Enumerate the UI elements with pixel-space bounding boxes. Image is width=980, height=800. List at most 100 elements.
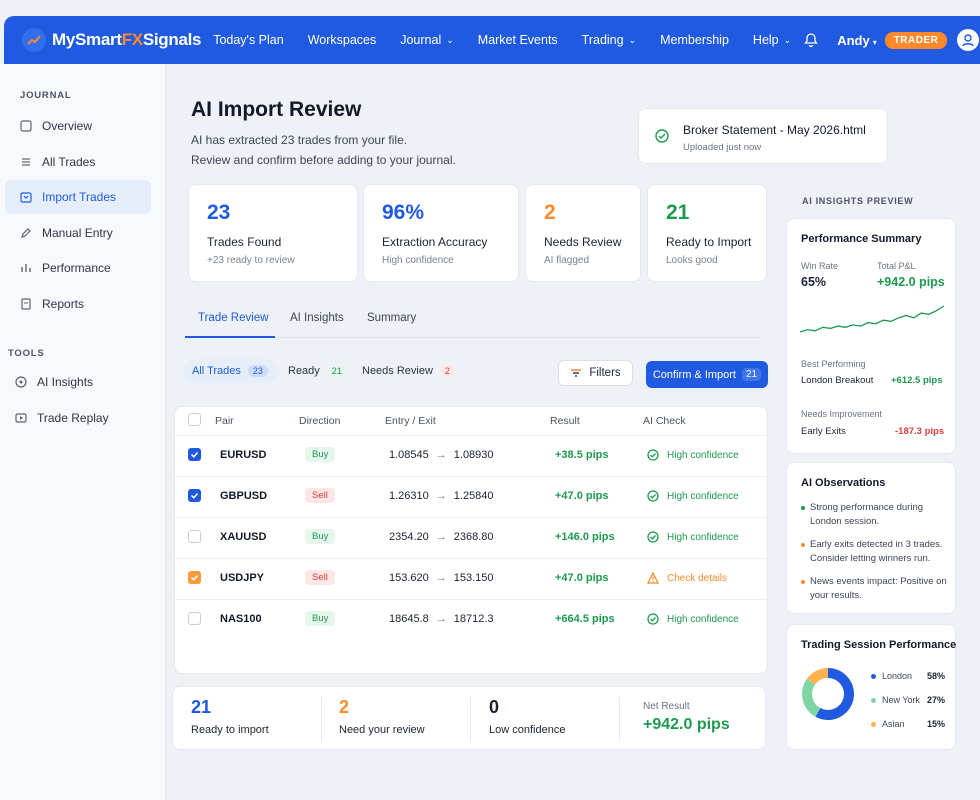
trade-result: +146.0 pips [555,531,615,543]
table-row[interactable]: USDJPY Sell 153.620 → 153.150 +47.0 pips C… [175,558,769,599]
summary-ready: 21 Ready to import [191,697,269,736]
direction-badge: Sell [305,488,335,503]
avatar[interactable] [957,29,980,51]
session-legend-item: New York 27% [871,695,945,705]
import-icon [19,190,33,204]
trade-result: +47.0 pips [555,490,609,502]
tab-ai-insights[interactable]: AI Insights [290,312,344,324]
sidebar-item-ai-insights[interactable]: AI Insights [0,365,146,399]
trades-table: Pair Direction Entry / Exit Result AI Ch… [174,406,769,674]
table-row[interactable]: EURUSD Buy 1.08545 → 1.08930 +38.5 pips Hi… [175,435,769,476]
donut-slice-new-york [802,678,821,717]
session-performance-card: Trading Session Performance London 58% New… [786,624,956,750]
sidebar-item-performance[interactable]: Performance [5,251,151,285]
row-checkbox[interactable] [188,489,201,502]
review-tabs: Trade Review AI Insights Summary [185,304,760,338]
page-subtitle: AI has extracted 23 trades from your fil… [191,133,456,167]
user-menu[interactable]: Andy ▾ [837,33,877,48]
summary-low-confidence: 0 Low confidence [489,697,566,736]
ai-insights-panel: AI INSIGHTS PREVIEW Performance Summary … [780,64,980,800]
col-ai-check: AI Check [643,415,686,427]
ai-check-status: High confidence [647,613,739,625]
nav-item-help[interactable]: Help ⌄ [753,33,791,47]
session-donut-chart [802,668,854,720]
sidebar-item-trade-replay[interactable]: Trade Replay [0,401,146,435]
entry-exit: 153.620 → 153.150 [389,572,494,584]
row-checkbox[interactable] [188,571,201,584]
stat-label: Trades Found [207,235,282,249]
nav-right: Andy ▾ TRADER [803,29,980,51]
sidebar-item-all-trades[interactable]: All Trades [5,145,151,179]
stat-card-trades-found: 23 Trades Found +23 ready to review [188,184,358,282]
chevron-down-icon: ⌄ [628,34,637,45]
ai-check-status: High confidence [647,531,739,543]
nav-item-membership[interactable]: Membership [660,33,729,47]
observation-item: Early exits detected in 3 trades. Consid… [801,538,949,566]
filters-button[interactable]: Filters [558,360,633,386]
session-title: Trading Session Performance [801,639,957,651]
nav-item-workspaces[interactable]: Workspaces [308,33,377,47]
observation-item: Strong performance during London session… [801,501,949,529]
row-checkbox[interactable] [188,448,201,461]
observations-title: AI Observations [801,477,886,489]
stat-value: 21 [666,201,690,224]
role-badge: TRADER [884,31,948,49]
sidebar-item-overview[interactable]: Overview [5,109,151,143]
performance-summary-card: Performance Summary Win Rate 65% Total P… [786,218,956,454]
select-all-checkbox[interactable] [188,413,201,426]
stat-sub: +23 ready to review [207,255,295,266]
row-checkbox[interactable] [188,612,201,625]
nav-item-trading[interactable]: Trading ⌄ [582,33,636,47]
chevron-down-icon: ▾ [872,37,877,47]
stat-card-ready-to-import: 21 Ready to Import Looks good [647,184,767,282]
sidebar-heading-tools: TOOLS [8,348,45,359]
bell-icon[interactable] [803,32,819,48]
filter-pill-all[interactable]: All Trades 23 [183,359,277,383]
sidebar-item-reports[interactable]: Reports [5,287,151,321]
stat-sub: AI flagged [544,255,590,266]
report-icon [19,297,33,311]
sidebar-item-import-trades[interactable]: Import Trades [5,180,151,214]
row-checkbox[interactable] [188,530,201,543]
filter-pill-needs-review[interactable]: Needs Review 2 [353,359,464,383]
sidebar-item-manual-entry[interactable]: Manual Entry [5,216,151,250]
best-strategy: London Breakout [801,375,874,386]
active-tab-indicator [185,336,275,338]
session-legend-item: Asian 15% [871,719,945,729]
warning-icon [647,572,659,584]
stat-sub: High confidence [382,255,454,266]
main-content: AI Import Review AI has extracted 23 tra… [166,64,888,800]
nav-item-market-events[interactable]: Market Events [478,33,558,47]
tab-trade-review[interactable]: Trade Review [198,312,269,324]
insights-heading: AI INSIGHTS PREVIEW [802,196,914,206]
trade-pair: GBPUSD [220,490,268,502]
table-row[interactable]: NAS100 Buy 18645.8 → 18712.3 +664.5 pips H… [175,599,769,640]
worst-strategy: Early Exits [801,426,846,437]
sparkline-line [799,305,945,333]
page-title: AI Import Review [191,98,362,121]
trade-pair: EURUSD [220,449,267,461]
brand-logo[interactable]: MySmartFXSignals [22,28,202,52]
stat-value: 23 [207,201,231,224]
nav-item-journal[interactable]: Journal ⌄ [400,33,454,47]
filter-icon [571,369,582,377]
replay-icon [14,411,28,425]
nav-item-today-s-plan[interactable]: Today's Plan [213,33,283,47]
table-row[interactable]: GBPUSD Sell 1.26310 → 1.25840 +47.0 pips H… [175,476,769,517]
file-upload-time: Uploaded just now [683,142,762,153]
direction-badge: Sell [305,570,335,585]
filter-pill-ready[interactable]: Ready 21 [279,359,356,383]
col-result: Result [550,415,580,427]
direction-badge: Buy [305,447,336,462]
tab-summary[interactable]: Summary [367,312,416,324]
check-circle-icon [647,613,659,625]
sidebar: JOURNAL Overview All Trades Import Trades M… [0,64,166,800]
entry-exit: 1.08545 → 1.08930 [389,449,494,461]
stat-card-extraction-accuracy: 96% Extraction Accuracy High confidence [363,184,519,282]
trade-result: +38.5 pips [555,449,609,461]
table-row[interactable]: XAUUSD Buy 2354.20 → 2368.80 +146.0 pips H… [175,517,769,558]
app-page: MySmartFXSignals Today's Plan Workspaces J… [0,0,980,800]
confirm-import-button[interactable]: Confirm & Import 21 [646,361,768,388]
stat-label: Ready to Import [666,235,752,249]
entry-exit: 18645.8 → 18712.3 [389,613,494,625]
